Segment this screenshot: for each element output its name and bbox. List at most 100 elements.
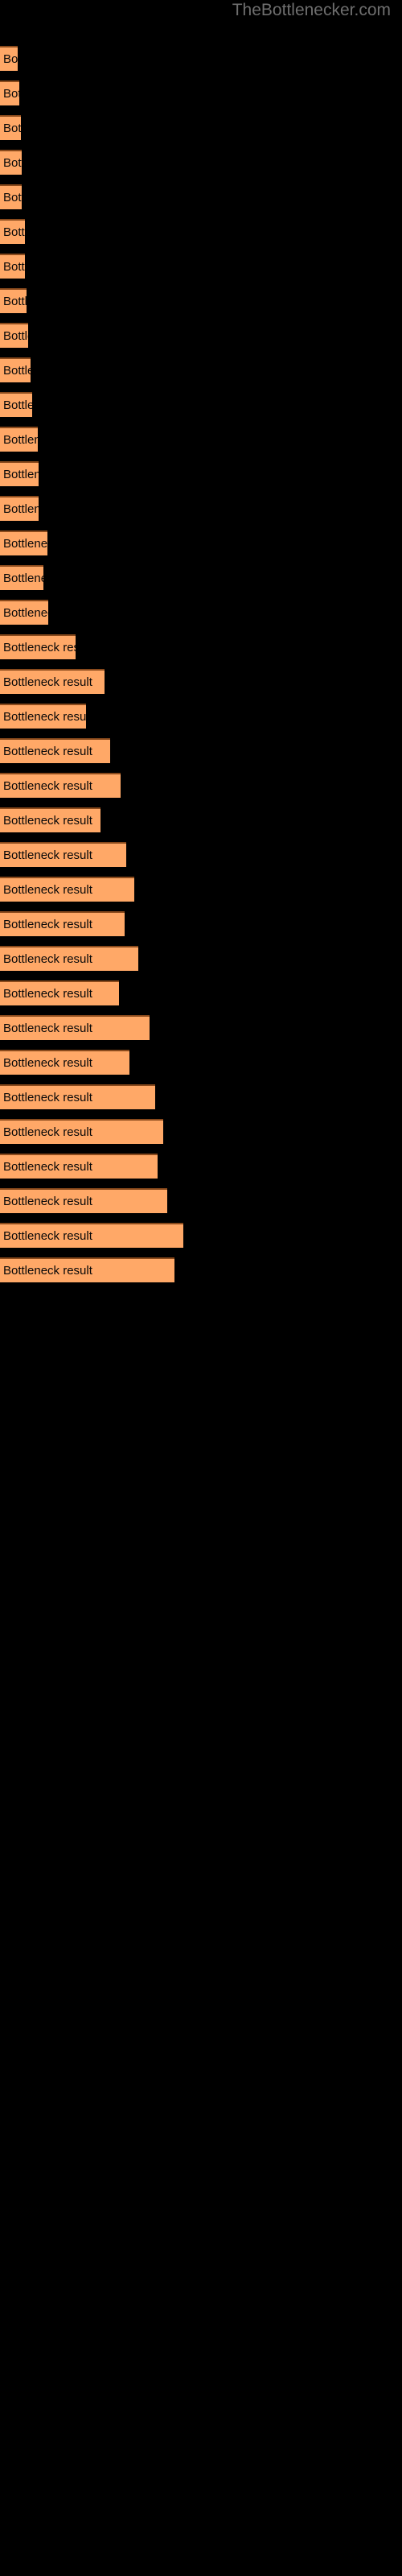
bar[interactable]: Bottleneck result xyxy=(0,1015,150,1040)
bar-label: Bottleneck result xyxy=(3,1021,92,1035)
bar-row: Bottleneck result xyxy=(0,807,100,832)
bar-row: Bottleneck result xyxy=(0,288,27,313)
bar[interactable]: Bottleneck result xyxy=(0,392,32,417)
bar-clip: Bottleneck result xyxy=(0,184,22,209)
bar-row: Bottleneck result xyxy=(0,46,18,71)
bar-label: Bottleneck result xyxy=(3,363,31,378)
bar-clip: Bottleneck result xyxy=(0,946,138,971)
bar[interactable]: Bottleneck result xyxy=(0,565,43,590)
bar-clip: Bottleneck result xyxy=(0,288,27,313)
bar[interactable]: Bottleneck result xyxy=(0,773,121,798)
bar[interactable]: Bottleneck result xyxy=(0,461,39,486)
bar-label: Bottleneck result xyxy=(3,986,92,1001)
bar[interactable]: Bottleneck result xyxy=(0,323,28,348)
bar[interactable]: Bottleneck result xyxy=(0,634,76,659)
bar-row: Bottleneck result xyxy=(0,842,126,867)
bar-clip: Bottleneck result xyxy=(0,254,25,279)
bar-clip: Bottleneck result xyxy=(0,704,86,729)
bar[interactable]: Bottleneck result xyxy=(0,530,47,555)
bar-clip: Bottleneck result xyxy=(0,842,126,867)
bar[interactable]: Bottleneck result xyxy=(0,254,25,279)
bottleneck-bar-chart: TheBottlenecker.com Bottleneck result Bot… xyxy=(0,0,402,2576)
bar-clip: Bottleneck result xyxy=(0,877,134,902)
bar-row: Bottleneck result xyxy=(0,1015,150,1040)
bar-clip: Bottleneck result xyxy=(0,150,22,175)
bar-label: Bottleneck result xyxy=(3,52,18,66)
bar-label: Bottleneck result xyxy=(3,86,19,101)
bar[interactable]: Bottleneck result xyxy=(0,1119,163,1144)
bar-clip: Bottleneck result xyxy=(0,427,38,452)
bar-label: Bottleneck result xyxy=(3,155,22,170)
bar[interactable]: Bottleneck result xyxy=(0,600,48,625)
bar[interactable]: Bottleneck result xyxy=(0,738,110,763)
bar-row: Bottleneck result xyxy=(0,150,22,175)
bar-row: Bottleneck result xyxy=(0,254,25,279)
bar[interactable]: Bottleneck result xyxy=(0,219,25,244)
bar-row: Bottleneck result xyxy=(0,1154,158,1179)
bar[interactable]: Bottleneck result xyxy=(0,427,38,452)
bar[interactable]: Bottleneck result xyxy=(0,46,18,71)
bar[interactable]: Bottleneck result xyxy=(0,1188,167,1213)
bar-label: Bottleneck result xyxy=(3,848,92,862)
bar-label: Bottleneck result xyxy=(3,225,25,239)
bar-clip: Bottleneck result xyxy=(0,46,18,71)
bar-label: Bottleneck result xyxy=(3,952,92,966)
bar-label: Bottleneck result xyxy=(3,778,92,793)
bar-label: Bottleneck result xyxy=(3,432,38,447)
bar[interactable]: Bottleneck result xyxy=(0,184,22,209)
bar-row: Bottleneck result xyxy=(0,1084,155,1109)
bar-row: Bottleneck result xyxy=(0,219,25,244)
bar-row: Bottleneck result xyxy=(0,115,21,140)
bar[interactable]: Bottleneck result xyxy=(0,911,125,936)
bar-row: Bottleneck result xyxy=(0,392,32,417)
bar-clip: Bottleneck result xyxy=(0,1015,150,1040)
bar-label: Bottleneck result xyxy=(3,502,39,516)
bar-row: Bottleneck result xyxy=(0,565,43,590)
bar[interactable]: Bottleneck result xyxy=(0,288,27,313)
bar[interactable]: Bottleneck result xyxy=(0,1223,183,1248)
bar[interactable]: Bottleneck result xyxy=(0,669,105,694)
bar-row: Bottleneck result xyxy=(0,530,47,555)
bar-clip: Bottleneck result xyxy=(0,911,125,936)
bar-label: Bottleneck result xyxy=(3,1090,92,1104)
bar[interactable]: Bottleneck result xyxy=(0,1050,129,1075)
bar-row: Bottleneck result xyxy=(0,461,39,486)
bar-row: Bottleneck result xyxy=(0,184,22,209)
bar-row: Bottleneck result xyxy=(0,669,105,694)
bar-clip: Bottleneck result xyxy=(0,323,28,348)
bar-clip: Bottleneck result xyxy=(0,530,47,555)
bar[interactable]: Bottleneck result xyxy=(0,980,119,1005)
bar[interactable]: Bottleneck result xyxy=(0,1257,174,1282)
bar[interactable]: Bottleneck result xyxy=(0,1154,158,1179)
bar[interactable]: Bottleneck result xyxy=(0,807,100,832)
bar-row: Bottleneck result xyxy=(0,1257,174,1282)
bar-label: Bottleneck result xyxy=(3,1055,92,1070)
bar-row: Bottleneck result xyxy=(0,877,134,902)
bar-row: Bottleneck result xyxy=(0,80,19,105)
bar[interactable]: Bottleneck result xyxy=(0,80,19,105)
bar[interactable]: Bottleneck result xyxy=(0,704,86,729)
bar-row: Bottleneck result xyxy=(0,1119,163,1144)
bar[interactable]: Bottleneck result xyxy=(0,842,126,867)
bar[interactable]: Bottleneck result xyxy=(0,946,138,971)
bar[interactable]: Bottleneck result xyxy=(0,877,134,902)
bar[interactable]: Bottleneck result xyxy=(0,496,39,521)
bar-label: Bottleneck result xyxy=(3,571,43,585)
bar-clip: Bottleneck result xyxy=(0,115,21,140)
bar-clip: Bottleneck result xyxy=(0,80,19,105)
bar[interactable]: Bottleneck result xyxy=(0,1084,155,1109)
bar[interactable]: Bottleneck result xyxy=(0,150,22,175)
bar-clip: Bottleneck result xyxy=(0,634,76,659)
bar-clip: Bottleneck result xyxy=(0,565,43,590)
bar-row: Bottleneck result xyxy=(0,1050,129,1075)
bar-row: Bottleneck result xyxy=(0,704,86,729)
bar[interactable]: Bottleneck result xyxy=(0,357,31,382)
bar-clip: Bottleneck result xyxy=(0,1050,129,1075)
bar-label: Bottleneck result xyxy=(3,190,22,204)
bar[interactable]: Bottleneck result xyxy=(0,115,21,140)
bar-row: Bottleneck result xyxy=(0,323,28,348)
bar-label: Bottleneck result xyxy=(3,398,32,412)
bar-label: Bottleneck result xyxy=(3,917,92,931)
bar-row: Bottleneck result xyxy=(0,1188,167,1213)
bar-label: Bottleneck result xyxy=(3,882,92,897)
